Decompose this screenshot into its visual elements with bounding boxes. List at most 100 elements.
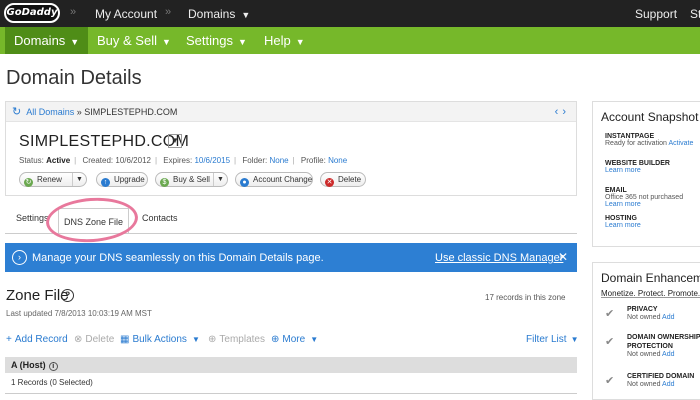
profile-link[interactable]: None [328,156,347,165]
enhancement-status: Not owned [627,314,661,321]
learn-more-link[interactable]: Learn more [605,167,670,174]
bulk-actions-label: Bulk Actions [132,334,187,345]
add-link[interactable]: Add [662,381,674,388]
filter-list-label: Filter List [526,334,567,345]
nav-buy-sell[interactable]: Buy & Sell ▼ [88,27,180,54]
enhancement-heading: PRIVACY [627,306,658,313]
snapshot-status: Office 365 not purchased [605,194,684,201]
enhancement-status: Not owned [627,351,661,358]
domain-dropdown-button[interactable]: ▼ [168,134,182,148]
add-link[interactable]: Add [662,351,674,358]
tab-contacts[interactable]: Contacts [142,213,178,223]
classic-dns-link[interactable]: Use classic DNS Manager [435,252,563,264]
domain-status-line: Status: Active | Created: 10/6/2012 | Expi… [19,156,347,165]
chevron-down-icon: ▼ [310,335,319,344]
bulk-icon: ▦ [120,334,130,345]
top-bar: GoDaddy » My Account » Domains ▼ Support … [0,0,700,27]
godaddy-logo[interactable]: GoDaddy [4,3,60,23]
created-value: 10/6/2012 [115,156,151,165]
learn-more-link[interactable]: Learn more [605,222,641,229]
info-icon[interactable]: i [48,362,58,371]
nav-help[interactable]: Help ▼ [255,27,314,54]
nav-settings[interactable]: Settings ▼ [177,27,256,54]
buy-sell-button[interactable]: $ Buy & Sell ▼ [155,172,228,187]
all-domains-link[interactable]: All Domains [26,107,74,117]
renew-dropdown-icon[interactable]: ▼ [72,173,86,186]
account-snapshot-panel: Account Snapshot INSTANTPAGE Ready for a… [592,101,700,247]
learn-more-link[interactable]: Learn more [605,201,683,208]
records-selection: 1 Records (0 Selected) [11,378,93,387]
dollar-icon: $ [160,178,169,187]
expires-link[interactable]: 10/6/2015 [194,156,230,165]
domains-menu[interactable]: Domains ▼ [188,7,250,21]
delete-button[interactable]: ✕ Delete [320,172,366,187]
checkmark-icon: ✔ [605,308,615,320]
user-icon: ● [240,178,249,187]
renew-button[interactable]: ↻ Renew ▼ [19,172,87,187]
upgrade-button[interactable]: ↑ Upgrade [96,172,148,187]
truncated-top-link[interactable]: St [690,7,700,21]
profile-label: Profile: [300,156,326,165]
enhancement-text: PRIVACY Not owned Add [627,305,675,321]
more-label: More [282,334,306,345]
checkmark-icon: ✔ [605,375,615,387]
snapshot-heading: INSTANTPAGE [605,133,655,140]
next-icon[interactable]: › [562,106,570,118]
folder-link[interactable]: None [269,156,288,165]
refresh-icon[interactable]: ↻ [12,106,21,118]
zone-file-title: Zone File [6,287,69,304]
add-record-button[interactable]: + Add Record [6,334,68,345]
chevron-down-icon: ▼ [237,37,247,47]
templates-button[interactable]: ⊕ Templates [208,334,265,345]
chevron-down-icon: ▼ [191,335,200,344]
dns-banner: › Manage your DNS seamlessly on this Dom… [5,243,577,272]
renew-label: Renew [37,175,62,184]
more-menu[interactable]: ⊕ More ▼ [271,334,318,345]
enhancement-status: Not owned [627,381,661,388]
plus-icon: + [6,334,12,345]
breadcrumb-chevron-icon: » [70,6,77,18]
activate-link[interactable]: Activate [668,140,693,147]
add-record-label: Add Record [14,334,68,345]
domain-enhancements-panel: Domain Enhancem Monetize. Protect. Promo… [592,262,700,400]
page-title: Domain Details [6,67,142,89]
created-label: Created: [82,156,114,165]
a-host-section-header[interactable]: A (Host) i [5,357,577,373]
enhancement-text: CERTIFIED DOMAIN Not owned Add [627,372,694,388]
domain-card: ↻ All Domains » SIMPLESTEPHD.COM ‹› SIMP… [5,101,577,196]
account-change-label: Account Change [253,175,313,184]
add-link[interactable]: Add [662,314,674,321]
last-updated: Last updated 7/8/2013 10:03:19 AM MST [6,309,152,318]
divider: | [74,156,77,165]
domain-name: SIMPLESTEPHD.COM [19,133,190,150]
tab-dns-zone-file[interactable]: DNS Zone File [58,208,129,234]
a-host-title: A (Host) [11,360,46,370]
close-icon[interactable]: ✕ [558,250,568,264]
bulk-actions-menu[interactable]: ▦ Bulk Actions ▼ [120,334,200,345]
filter-list-menu[interactable]: Filter List ▼ [526,334,578,345]
my-account-link[interactable]: My Account [95,7,157,21]
records-count: 17 records in this zone [485,293,566,302]
help-icon[interactable]: ? [61,289,74,302]
account-change-button[interactable]: ● Account Change [235,172,313,187]
account-snapshot-title: Account Snapshot [601,110,699,124]
more-icon: ⊕ [271,334,280,345]
divider: | [154,156,158,165]
chevron-right-circle-icon: › [12,250,27,265]
banner-message: Manage your DNS seamlessly on this Domai… [32,252,324,264]
enhancement-heading: DOMAIN OWNERSHIP PROTECTION [627,334,700,350]
delete-record-button[interactable]: ⊗ Delete [74,334,114,345]
support-link[interactable]: Support [635,7,677,21]
snapshot-heading: WEBSITE BUILDER [605,160,670,167]
chevron-down-icon: ▼ [241,10,251,20]
buy-sell-dropdown-icon[interactable]: ▼ [213,173,227,186]
chevron-down-icon: ▼ [171,136,179,145]
delete-record-label: Delete [85,334,115,345]
divider: | [292,156,295,165]
breadcrumb-current: SIMPLESTEPHD.COM [84,107,178,117]
enhancements-subtitle: Monetize. Protect. Promote. [601,289,700,298]
tab-settings[interactable]: Settings [16,213,49,223]
prev-next-arrows[interactable]: ‹› [555,102,570,122]
main-nav: Domains ▼ Buy & Sell ▼ Settings ▼ Help ▼ [0,27,700,54]
nav-domains[interactable]: Domains ▼ [5,27,89,54]
